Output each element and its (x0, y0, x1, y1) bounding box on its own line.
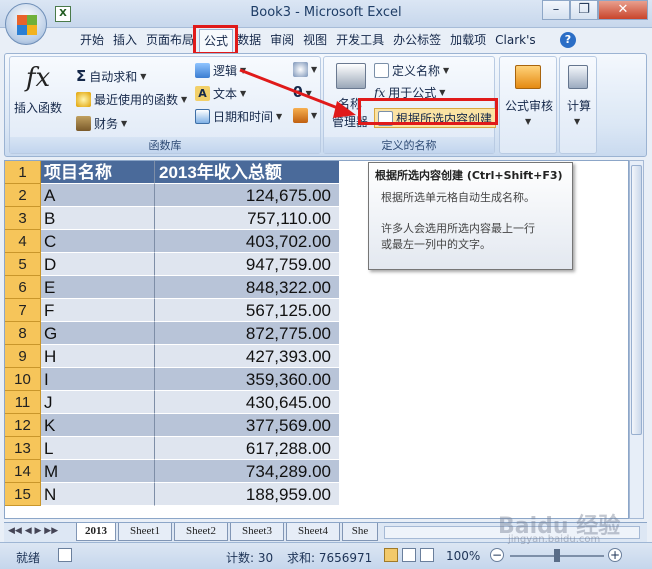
red-arrow-annotation (239, 68, 356, 118)
